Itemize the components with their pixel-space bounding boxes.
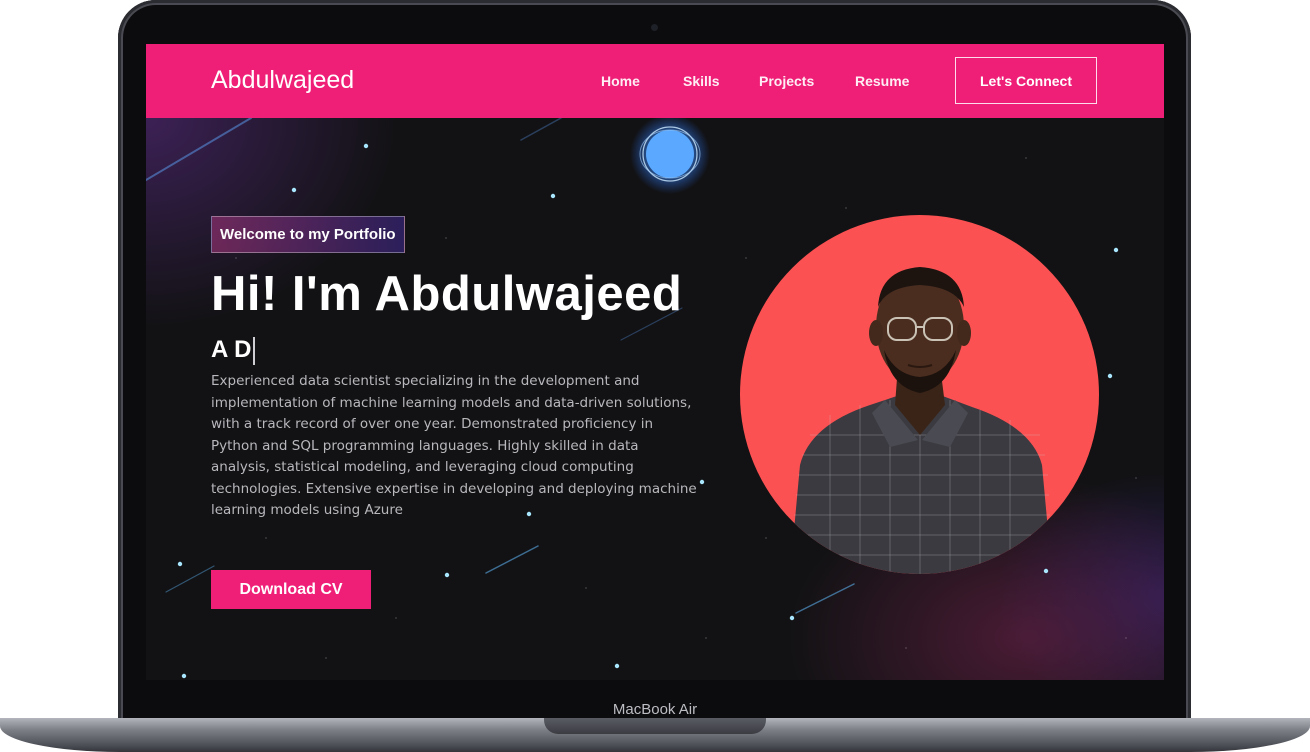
typed-text-line: A D [211, 336, 256, 365]
hero-title: Hi! I'm Abdulwajeed [211, 267, 683, 321]
site-logo[interactable]: Abdulwajeed [211, 66, 354, 95]
webcam-icon [651, 24, 658, 31]
navbar: Abdulwajeed Home Skills Projects Resume … [146, 44, 1164, 118]
nav-link-home[interactable]: Home [601, 73, 640, 89]
lets-connect-button[interactable]: Let's Connect [955, 57, 1097, 104]
hero-section: Welcome to my Portfolio Hi! I'm Abdulwaj… [146, 118, 1164, 680]
profile-portrait [740, 215, 1099, 574]
browser-screen: Abdulwajeed Home Skills Projects Resume … [146, 44, 1164, 680]
download-cv-button[interactable]: Download CV [211, 570, 371, 609]
device-model-label: MacBook Air [612, 701, 698, 718]
nav-link-projects[interactable]: Projects [759, 73, 814, 89]
welcome-badge: Welcome to my Portfolio [211, 216, 405, 253]
typed-text: A D [211, 336, 252, 363]
text-cursor [253, 336, 256, 365]
hero-description: Experienced data scientist specializing … [211, 373, 697, 518]
nav-link-skills[interactable]: Skills [683, 73, 720, 89]
orb-icon [630, 118, 710, 194]
laptop-hinge-notch [544, 718, 766, 734]
nav-link-resume[interactable]: Resume [855, 73, 909, 89]
person-photo-icon [790, 267, 1052, 574]
